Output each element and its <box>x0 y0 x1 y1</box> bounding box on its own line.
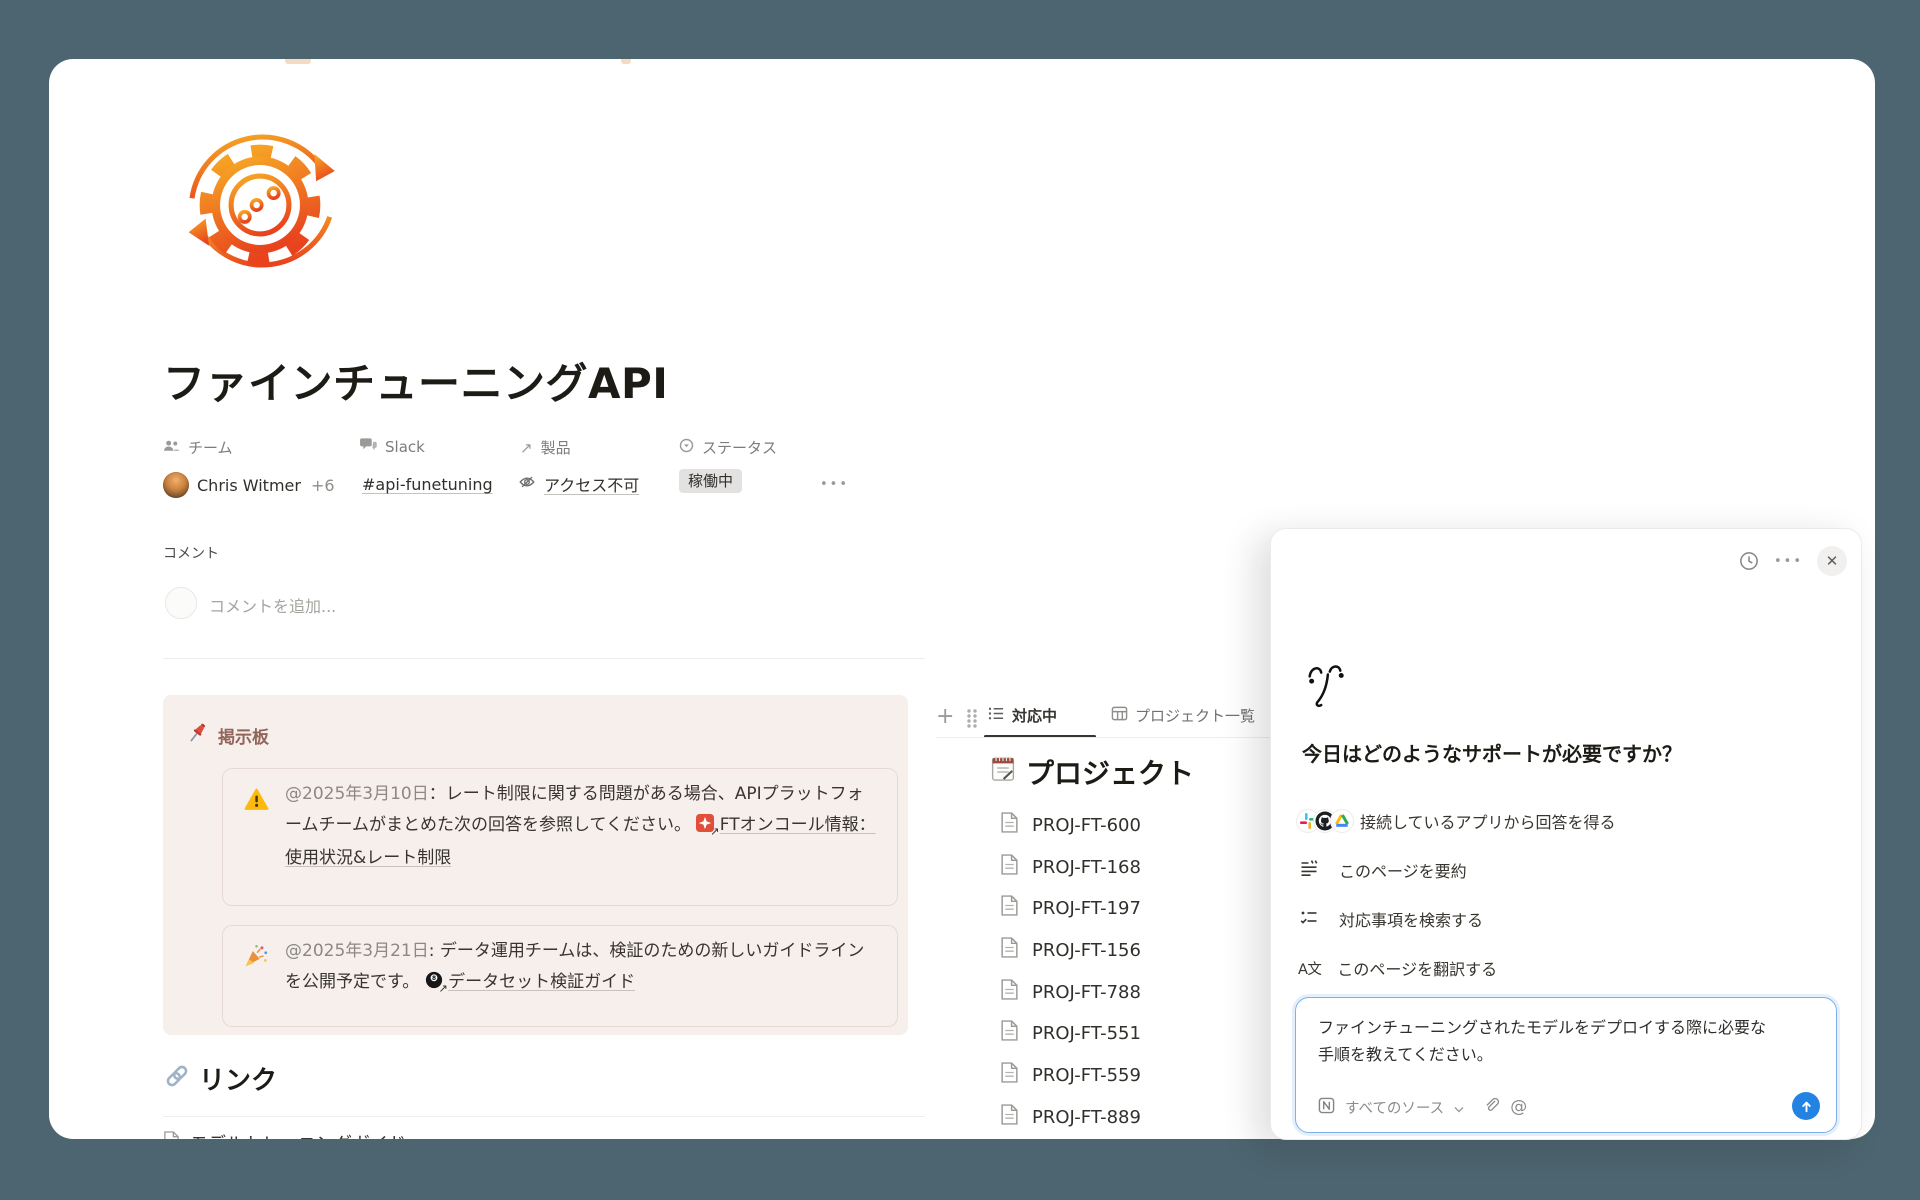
table-view-icon <box>1111 705 1128 726</box>
note-callout: @2025年3月21日: データ運用チームは、検証のための新しいガイドラインを公… <box>222 925 898 1027</box>
project-item[interactable]: PROJ-FT-889 <box>1000 1104 1141 1130</box>
source-selector[interactable]: すべてのソース <box>1345 1097 1444 1118</box>
comment-input[interactable]: コメントを追加... <box>209 593 336 617</box>
document-icon <box>1000 1020 1019 1046</box>
ai-assistant-panel: ••• ✕ 今日はどのようなサポートが必要ですか？ 接続しているアプリから回答を… <box>1270 528 1862 1140</box>
page-title: ファインチューニングAPI <box>163 350 668 411</box>
project-item[interactable]: PROJ-FT-197 <box>1000 895 1141 921</box>
avatar <box>163 472 189 498</box>
translate-icon: A文 <box>1298 958 1321 979</box>
linked-page-icon: ↗ <box>696 812 714 843</box>
party-popper-icon <box>243 943 269 973</box>
note-text: @2025年3月10日：レート制限に関する問題がある場合、APIプラットフォーム… <box>285 779 877 874</box>
tab-project-table[interactable]: プロジェクト一覧 <box>1111 705 1271 726</box>
list-view-icon <box>988 705 1005 726</box>
ai-greeting: 今日はどのようなサポートが必要ですか？ <box>1302 738 1682 767</box>
document-icon <box>1000 895 1019 921</box>
project-list-heading: プロジェクト <box>1026 752 1194 792</box>
source-row: すべてのソース @ <box>1318 1096 1527 1118</box>
divider <box>163 658 925 659</box>
document-icon <box>1000 937 1019 963</box>
send-button[interactable] <box>1792 1092 1820 1120</box>
arrow-ne-icon: ↗ <box>439 973 448 1004</box>
page: ファインチューニングAPI チーム Slack ↗ 製品 ステータス Chris… <box>0 0 1920 1200</box>
project-item[interactable]: PROJ-FT-156 <box>1000 937 1141 963</box>
links-heading: リンク <box>199 1060 277 1097</box>
clipped-link-row[interactable]: モデルトレーニングガイド <box>163 1130 406 1139</box>
svg-text:8: 8 <box>432 976 436 982</box>
panel-more-button[interactable]: ••• <box>1774 554 1803 569</box>
clipped-top-fragment <box>285 59 311 64</box>
status-badge: 稼働中 <box>679 469 742 493</box>
note-text: @2025年3月21日: データ運用チームは、検証のための新しいガイドラインを公… <box>285 936 877 1000</box>
eye-off-icon <box>518 473 536 495</box>
clipped-top-fragment <box>621 59 631 64</box>
date-mention[interactable]: @2025年3月21日 <box>285 941 429 961</box>
linked-page-icon: 8↗ <box>425 969 443 1000</box>
arrow-ne-icon: ↗ <box>710 816 719 847</box>
drag-handle-icon[interactable] <box>965 708 979 732</box>
comments-label: コメント <box>163 543 219 563</box>
document-icon <box>163 1131 180 1139</box>
tabbar-divider <box>936 737 1270 738</box>
notion-logo-icon <box>1318 1097 1335 1118</box>
document-icon <box>1000 1062 1019 1088</box>
team-more-count: +6 <box>311 476 335 495</box>
suggestion-summarize[interactable]: このページを要約 <box>1299 858 1467 882</box>
document-icon <box>1000 854 1019 880</box>
properties-more-button[interactable]: ••• <box>820 477 849 492</box>
page-mention-link[interactable]: データセット検証ガイド <box>448 972 635 992</box>
property-label-product[interactable]: ↗ 製品 <box>520 437 571 458</box>
warning-icon <box>244 788 269 815</box>
arrow-ne-icon: ↗ <box>520 439 533 457</box>
project-item[interactable]: PROJ-FT-559 <box>1000 1062 1141 1088</box>
chat-bubbles-icon <box>360 437 377 456</box>
tab-in-progress[interactable]: 対応中 <box>988 705 1057 726</box>
property-value-product[interactable]: アクセス不可 <box>518 472 639 496</box>
divider <box>163 1116 925 1117</box>
connected-apps-icons <box>1297 810 1348 832</box>
date-mention[interactable]: @2025年3月10日 <box>285 784 429 804</box>
property-label-team[interactable]: チーム <box>163 437 233 458</box>
project-item[interactable]: PROJ-FT-168 <box>1000 854 1141 880</box>
project-item[interactable]: PROJ-FT-788 <box>1000 979 1141 1005</box>
property-value-team[interactable]: Chris Witmer +6 <box>163 472 335 498</box>
link-chain-icon <box>163 1062 191 1094</box>
notepad-icon <box>988 753 1018 787</box>
page-icon-gear[interactable] <box>175 120 345 294</box>
history-icon[interactable] <box>1738 550 1760 576</box>
document-icon <box>1000 1104 1019 1130</box>
attachment-icon[interactable] <box>1482 1096 1500 1118</box>
summarize-icon <box>1299 858 1319 882</box>
property-value-status[interactable]: 稼働中 <box>679 470 742 491</box>
property-label-slack[interactable]: Slack <box>360 437 425 456</box>
close-icon[interactable]: ✕ <box>1817 546 1847 576</box>
people-icon <box>163 439 180 457</box>
document-icon <box>1000 979 1019 1005</box>
suggestion-translate[interactable]: A文 このページを翻訳する <box>1298 956 1497 980</box>
property-value-slack[interactable]: #api-funetuning <box>362 475 493 494</box>
comment-avatar-placeholder <box>165 587 197 619</box>
ai-prompt-input[interactable]: ファインチューニングされたモデルをデプロイする際に必要な手順を教えてください。 … <box>1295 997 1837 1133</box>
ai-prompt-text[interactable]: ファインチューニングされたモデルをデプロイする際に必要な手順を教えてください。 <box>1318 1014 1770 1068</box>
note-callout: @2025年3月10日：レート制限に関する問題がある場合、APIプラットフォーム… <box>222 768 898 906</box>
project-item[interactable]: PROJ-FT-600 <box>1000 812 1141 838</box>
board-callout: 掲示板 @2025年3月10日：レート制限に関する問題がある場合、APIプラット… <box>163 695 908 1035</box>
property-label-status[interactable]: ステータス <box>679 437 777 458</box>
google-drive-icon <box>1331 810 1353 832</box>
document-icon <box>1000 812 1019 838</box>
search-list-icon <box>1299 907 1319 931</box>
chevron-down-icon <box>1454 1098 1464 1117</box>
suggestion-connected-apps[interactable]: 接続しているアプリから回答を得る <box>1297 809 1616 833</box>
pushpin-icon <box>186 721 210 751</box>
mention-icon[interactable]: @ <box>1510 1097 1527 1117</box>
board-title: 掲示板 <box>218 723 269 748</box>
add-view-button[interactable]: + <box>936 704 954 729</box>
suggestion-search-tasks[interactable]: 対応事項を検索する <box>1299 907 1483 931</box>
status-icon <box>679 438 694 457</box>
project-item[interactable]: PROJ-FT-551 <box>1000 1020 1141 1046</box>
notion-ai-face-icon <box>1304 659 1346 715</box>
